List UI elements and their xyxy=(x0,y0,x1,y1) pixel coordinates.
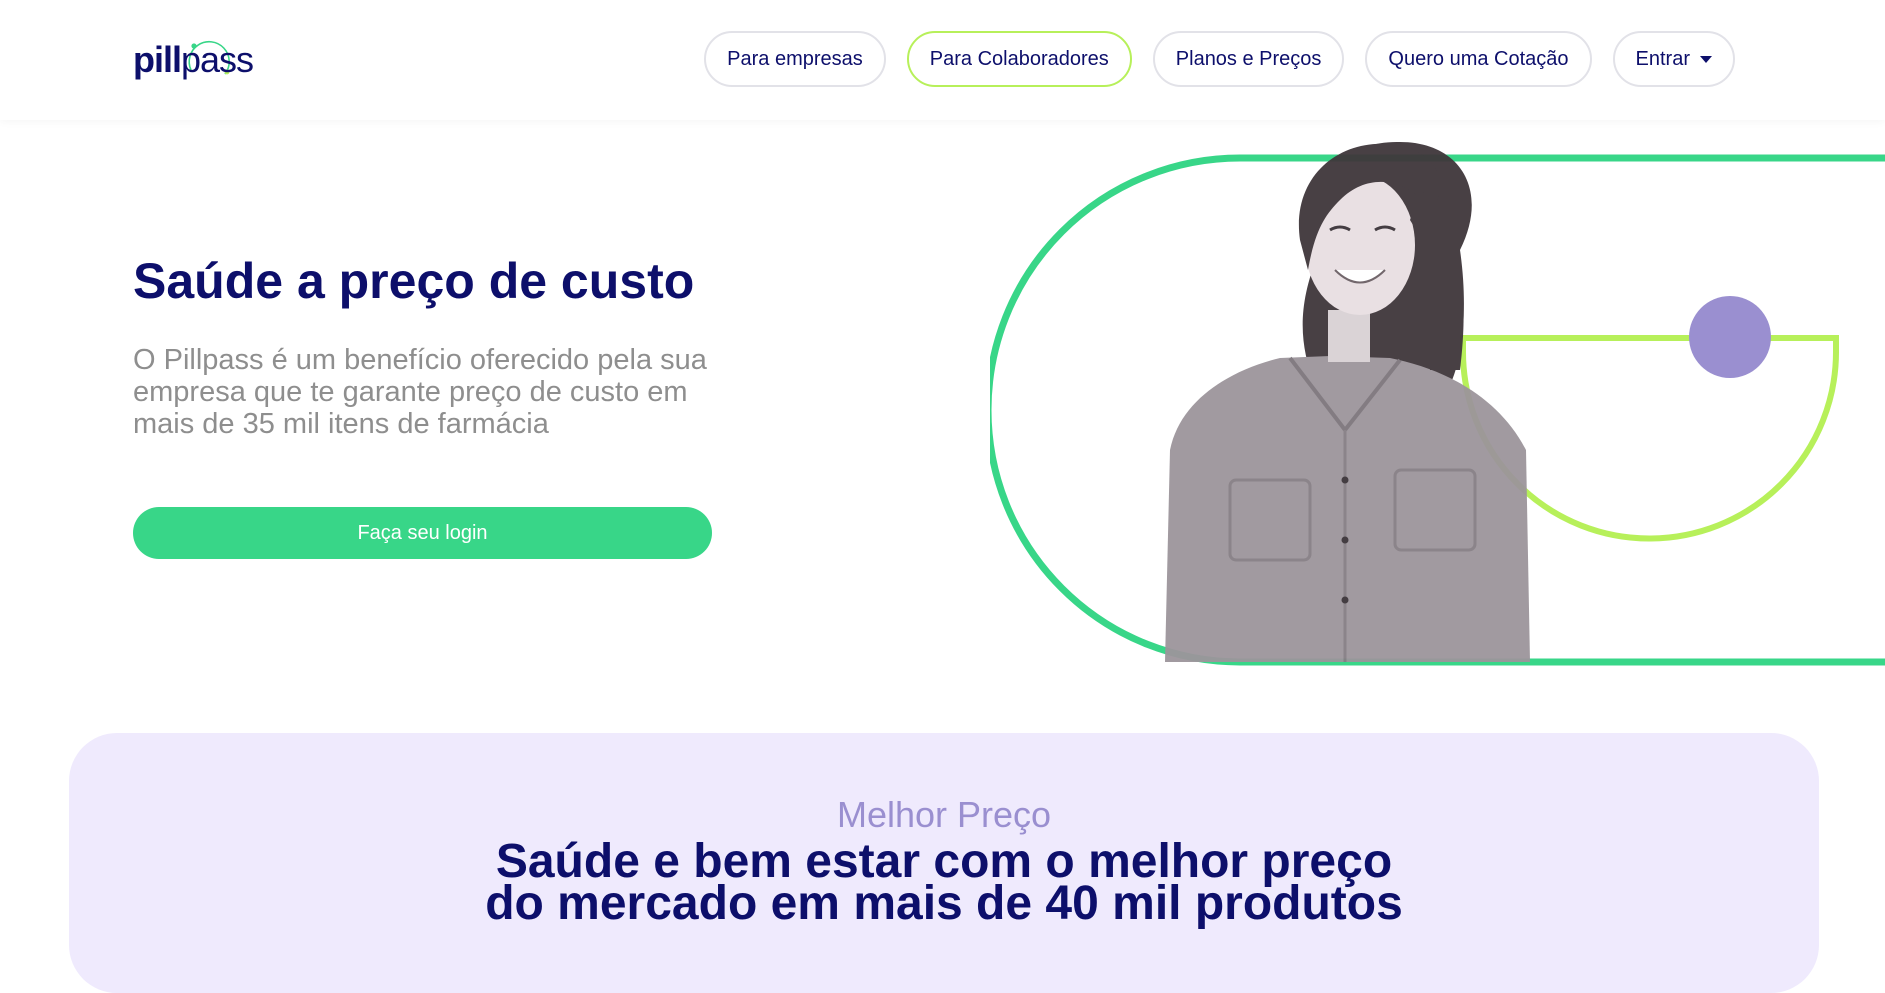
nav-para-colaboradores[interactable]: Para Colaboradores xyxy=(906,31,1132,87)
section-title-line2: do mercado em mais de 40 mil produtos xyxy=(485,877,1403,930)
nav-para-empresas-label: Para empresas xyxy=(727,47,863,70)
lavender-dot xyxy=(1689,296,1771,378)
login-button-label: Faça seu login xyxy=(357,521,488,544)
best-price-section: Melhor Preço Saúde e bem estar com o mel… xyxy=(69,733,1819,993)
hero-title: Saúde a preço de custo xyxy=(133,253,695,309)
login-button[interactable]: Faça seu login xyxy=(133,507,712,559)
hero-illustration xyxy=(990,141,1885,666)
hero-subtitle: O Pillpass é um benefício oferecido pela… xyxy=(133,344,707,440)
main-nav: Para empresas Para Colaboradores Planos … xyxy=(704,31,1735,87)
nav-planos-precos[interactable]: Planos e Preços xyxy=(1152,31,1345,87)
section-eyebrow: Melhor Preço xyxy=(836,794,1052,835)
nav-quero-cotacao-label: Quero uma Cotação xyxy=(1388,47,1569,70)
logo-pass: pass xyxy=(181,39,254,80)
logo-pill: pill xyxy=(133,39,182,80)
caret-down-icon xyxy=(1700,55,1712,63)
nav-quero-cotacao[interactable]: Quero uma Cotação xyxy=(1365,31,1592,87)
pillpass-logo[interactable]: pillpass xyxy=(133,34,254,86)
nav-entrar-dropdown[interactable]: Entrar xyxy=(1612,31,1735,87)
woman-photo xyxy=(1165,141,1530,662)
nav-para-colaboradores-label: Para Colaboradores xyxy=(929,47,1109,70)
section-title: Saúde e bem estar com o melhor preço do … xyxy=(69,838,1819,928)
nav-para-empresas[interactable]: Para empresas xyxy=(704,31,886,87)
nav-planos-precos-label: Planos e Preços xyxy=(1175,47,1322,70)
logo-wordmark: pillpass xyxy=(133,39,254,80)
nav-entrar-label: Entrar xyxy=(1635,47,1690,70)
site-header: pillpass Para empresas Para Colaboradore… xyxy=(0,0,1885,120)
